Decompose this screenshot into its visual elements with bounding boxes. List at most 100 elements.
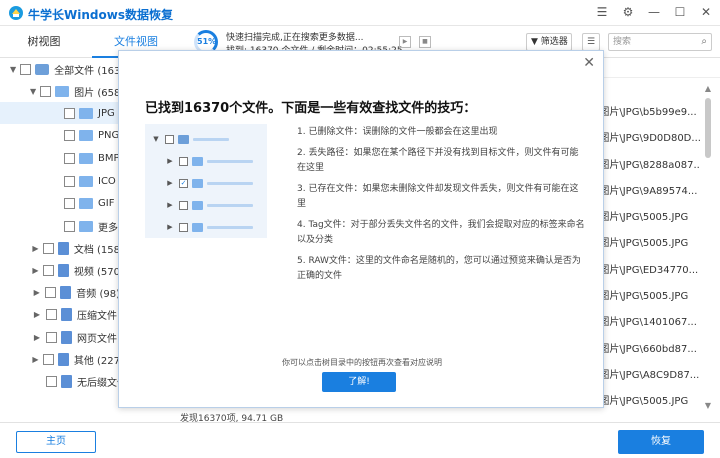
- checkbox-icon: [179, 200, 188, 210]
- expand-arrow-icon: ▶: [167, 201, 173, 209]
- expand-arrow-icon[interactable]: ▶: [32, 355, 39, 364]
- search-icon[interactable]: ⌕: [701, 34, 707, 50]
- checkbox[interactable]: [64, 129, 75, 141]
- file-path-cell[interactable]: \图片\JPG\ED34770...: [596, 258, 700, 284]
- checkbox[interactable]: [40, 85, 52, 97]
- expand-arrow-icon[interactable]: ▶: [32, 288, 41, 297]
- filter-button[interactable]: ▼ 筛选器: [526, 33, 572, 51]
- recover-button[interactable]: 恢复: [618, 430, 704, 454]
- file-path-cell[interactable]: \图片\JPG\9D0D80D...: [596, 126, 700, 152]
- got-it-button[interactable]: 了解!: [322, 372, 396, 392]
- checkbox[interactable]: [46, 331, 57, 343]
- placeholder-line: [207, 159, 253, 163]
- tree-item-ico[interactable]: ICO: [0, 170, 120, 192]
- minimize-icon[interactable]: —: [646, 4, 662, 20]
- home-button[interactable]: 主页: [16, 431, 96, 453]
- file-path-cell[interactable]: \图片\JPG\5005.JPG: [596, 389, 700, 415]
- tree-item-label: BMP: [98, 152, 120, 164]
- settings-icon[interactable]: ⚙: [620, 4, 636, 20]
- checkbox[interactable]: [64, 152, 75, 164]
- tree-item-label: PNG: [98, 129, 120, 141]
- tree-item-all-files[interactable]: ▼ 全部文件 (16370): [0, 58, 120, 80]
- file-path-cell[interactable]: \图片\JPG\660bd87...: [596, 337, 700, 363]
- folder-icon: [79, 220, 93, 232]
- expand-arrow-icon[interactable]: ▶: [32, 333, 42, 342]
- folder-icon: [192, 200, 203, 210]
- video-icon: [57, 263, 69, 277]
- file-path-cell[interactable]: \图片\JPG\1401067...: [596, 310, 700, 336]
- file-path-cell[interactable]: \图片\JPG\b5b99e9...: [596, 100, 700, 126]
- checkbox[interactable]: [45, 286, 57, 298]
- file-path-cell[interactable]: \图片\JPG\8288a087...: [596, 153, 700, 179]
- checkbox[interactable]: [42, 353, 54, 365]
- archive-icon: [61, 307, 72, 321]
- folder-icon: [79, 175, 93, 187]
- expand-arrow-icon[interactable]: ▶: [32, 310, 42, 319]
- tab-tree-view[interactable]: 树视图: [0, 26, 88, 58]
- collapse-arrow-icon[interactable]: ▼: [30, 87, 36, 96]
- illustration-row: ▶: [145, 196, 267, 214]
- tree-item-no-extension[interactable]: 无后缀文件: [0, 370, 120, 392]
- tree-item-label: 无后缀文件: [77, 377, 120, 389]
- filter-icon: ▼: [531, 37, 538, 47]
- vertical-scrollbar[interactable]: ▲ ▼: [702, 84, 714, 410]
- tree-item-label: JPG: [98, 107, 115, 119]
- stop-scan-icon[interactable]: ■: [419, 36, 431, 48]
- checkbox[interactable]: [46, 375, 57, 387]
- drive-icon: [35, 63, 50, 75]
- file-path-cell[interactable]: \图片\JPG\9A89574...: [596, 179, 700, 205]
- tree-item-videos[interactable]: ▶ 视频 (570: [0, 259, 120, 281]
- tip-deleted-files: 1. 已删除文件：误删除的文件一般都会在这里出现: [297, 127, 498, 137]
- checkbox[interactable]: [42, 242, 54, 254]
- pause-scan-icon[interactable]: ▶: [399, 36, 411, 48]
- scroll-up-icon[interactable]: ▲: [702, 84, 714, 93]
- tree-item-label: GIF: [98, 197, 115, 209]
- close-icon[interactable]: ✕: [698, 4, 714, 20]
- tree-item-audio[interactable]: ▶ 音频 (98): [0, 281, 120, 303]
- close-icon[interactable]: ✕: [583, 55, 595, 71]
- checkbox-icon: [165, 134, 174, 144]
- search-placeholder: 搜索: [613, 37, 632, 47]
- collapse-arrow-icon: ▼: [153, 135, 159, 143]
- file-path-cell[interactable]: \图片\JPG\A8C9D87...: [596, 363, 700, 389]
- scroll-down-icon[interactable]: ▼: [702, 401, 714, 410]
- tree-illustration: ▼ ▶ ▶ ✓ ▶ ▶: [145, 124, 267, 238]
- file-path-cell[interactable]: \图片\JPG\5005.JPG: [596, 284, 700, 310]
- tree-item-archives[interactable]: ▶ 压缩文件: [0, 303, 120, 325]
- tree-item-more[interactable]: 更多: [0, 215, 120, 237]
- menu-icon[interactable]: ☰: [594, 4, 610, 20]
- tree-item-documents[interactable]: ▶ 文档 (158: [0, 237, 120, 259]
- collapse-arrow-icon[interactable]: ▼: [10, 65, 16, 74]
- list-view-icon[interactable]: ☰: [582, 33, 600, 51]
- tree-item-web-files[interactable]: ▶ 网页文件: [0, 326, 120, 348]
- tip-raw-files: 5. RAW文件：这里的文件命名是随机的，您可以通过预览来确认是否为正确的文件: [297, 256, 581, 281]
- tree-item-jpg[interactable]: JPG: [0, 102, 120, 124]
- tree-item-images[interactable]: ▼ 图片 (658: [0, 80, 120, 102]
- expand-arrow-icon[interactable]: ▶: [32, 266, 39, 275]
- expand-arrow-icon[interactable]: ▶: [32, 244, 39, 253]
- checkbox[interactable]: [64, 197, 75, 209]
- tree-item-label: 文档 (158: [73, 244, 120, 256]
- file-path-cell[interactable]: \图片\JPG\5005.JPG: [596, 231, 700, 257]
- checkbox[interactable]: [20, 63, 32, 75]
- tree-item-png[interactable]: PNG: [0, 124, 120, 146]
- scroll-thumb[interactable]: [705, 98, 711, 158]
- checkbox[interactable]: [64, 175, 75, 187]
- dialog-title: 已找到16370个文件。下面是一些有效查找文件的技巧：: [145, 101, 477, 116]
- expand-arrow-icon: ▶: [167, 179, 173, 187]
- illustration-row: ▼: [145, 130, 267, 148]
- search-input[interactable]: 搜索 ⌕: [608, 33, 712, 51]
- maximize-icon[interactable]: ☐: [672, 4, 688, 20]
- checkbox[interactable]: [64, 220, 75, 232]
- folder-icon: [192, 178, 203, 188]
- checkbox[interactable]: [46, 308, 57, 320]
- checkbox[interactable]: [42, 264, 54, 276]
- file-path-cell[interactable]: \图片\JPG\5005.JPG: [596, 205, 700, 231]
- checkbox[interactable]: [64, 107, 75, 119]
- folder-icon: [79, 107, 93, 119]
- tree-item-other[interactable]: ▶ 其他 (227: [0, 348, 120, 370]
- tree-item-bmp[interactable]: BMP: [0, 147, 120, 169]
- tree-item-label: 图片 (658: [74, 87, 120, 99]
- tree-item-label: ICO: [98, 175, 116, 187]
- tree-item-gif[interactable]: GIF: [0, 192, 120, 214]
